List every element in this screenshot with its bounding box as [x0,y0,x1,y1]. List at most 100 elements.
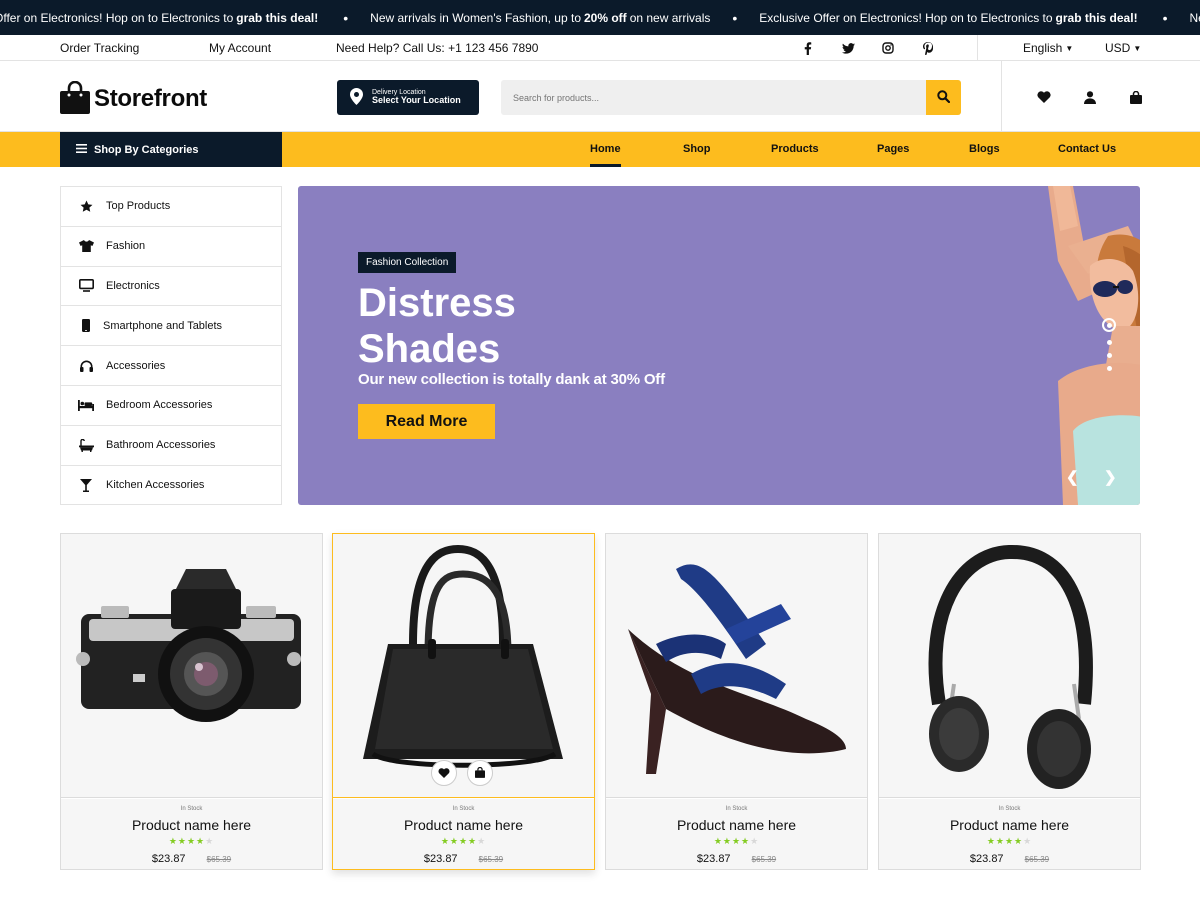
order-tracking-link[interactable]: Order Tracking [60,41,139,55]
sidebar-item-top-products[interactable]: Top Products [61,187,281,227]
search-button[interactable] [926,80,961,115]
chevron-right-icon[interactable]: ❯ [1104,468,1117,486]
pinterest-icon[interactable] [920,40,936,56]
product-card[interactable]: In Stock Product name here ★★★★★ $23.87 … [60,533,323,870]
search-icon [937,89,951,106]
nav-home[interactable]: Home [590,143,621,167]
menu-icon [76,143,87,156]
header-actions [1036,89,1144,105]
product-image[interactable] [61,534,322,798]
bullet-separator: • [732,9,738,26]
cart-icon[interactable] [1128,89,1144,105]
sidebar-item-bedroom-accessories[interactable]: Bedroom Accessories [61,386,281,426]
nav-shop[interactable]: Shop [683,143,711,155]
sidebar-item-fashion[interactable]: Fashion [61,227,281,267]
product-card[interactable]: In Stock Product name here ★★★★★ $23.87 … [605,533,868,870]
slider-dots [1102,318,1116,371]
hero-badge: Fashion Collection [358,252,457,273]
sidebar-item-electronics[interactable]: Electronics [61,267,281,307]
map-pin-icon [350,87,363,108]
stock-status: In Stock [452,806,475,812]
slider-dot[interactable] [1106,353,1112,358]
hero-subtitle: Our new collection is totally dank at 30… [358,371,665,388]
nav-products[interactable]: Products [771,143,819,155]
monitor-icon [77,279,95,293]
sidebar-item-accessories[interactable]: Accessories [61,346,281,386]
product-name[interactable]: Product name here [606,817,867,833]
bullet-separator: • [1162,9,1168,26]
bath-icon [77,438,95,452]
stock-status: In Stock [725,806,748,812]
shopping-bag-icon [60,80,90,117]
slider-dot-active[interactable] [1102,318,1116,332]
wishlist-button[interactable] [431,760,457,786]
nav-pages[interactable]: Pages [877,143,909,155]
slider-dot[interactable] [1106,366,1112,371]
product-card[interactable]: In Stock Product name here ★★★★★ $23.87 … [878,533,1141,870]
old-price: $65.39 [1024,855,1050,864]
product-info: In Stock Product name here ★★★★★ $23.87 … [333,799,594,869]
add-to-cart-button[interactable] [467,760,493,786]
heart-icon[interactable] [1036,89,1052,105]
categories-label: Shop By Categories [94,143,199,156]
old-price: $65.39 [206,855,232,864]
main-nav: Shop By Categories Home Shop Products Pa… [0,132,1200,167]
ticker-item: Exclusive Offer on Electronics! Hop on t… [759,10,1138,25]
delivery-location-button[interactable]: Delivery Location Select Your Location [337,80,479,115]
product-card[interactable]: In Stock Product name here ★★★★★ $23.87 … [332,533,595,870]
logo[interactable]: Storefront [60,80,207,117]
search-input[interactable] [501,80,926,115]
shop-by-categories-button[interactable]: Shop By Categories [60,132,282,167]
rating-stars: ★★★★★ [440,836,487,846]
my-account-link[interactable]: My Account [209,41,271,55]
product-name[interactable]: Product name here [61,817,322,833]
currency-select[interactable]: USD ▼ [1105,41,1141,55]
language-select[interactable]: English ▼ [1023,41,1073,55]
ticker-item: Exclusive Offer on Electronics! Hop on t… [0,10,319,25]
hero-model-image [1048,186,1140,505]
chevron-down-icon: ▼ [1065,44,1074,53]
logo-text: Storefront [94,85,207,112]
price: $23.87 [969,853,1004,865]
headphones-image [928,544,1093,789]
sidebar-item-label: Bathroom Accessories [106,439,216,452]
cocktail-icon [77,478,95,492]
hero-title: Distress Shades [358,281,516,371]
product-info: In Stock Product name here ★★★★★ $23.87 … [61,799,322,869]
social-links [800,40,936,56]
sidebar-item-label: Fashion [106,240,146,253]
nav-contact-us[interactable]: Contact Us [1058,143,1116,155]
divider [1001,61,1002,132]
price-row: $23.87 $65.39 [879,853,1140,865]
product-image[interactable] [333,534,594,798]
facebook-icon[interactable] [800,40,816,56]
sidebar-item-smartphone-and-tablets[interactable]: Smartphone and Tablets [61,306,281,347]
sidebar-item-label: Bedroom Accessories [106,399,213,412]
stock-status: In Stock [998,806,1021,812]
camera-image [76,569,301,722]
instagram-icon[interactable] [880,40,896,56]
price: $23.87 [423,853,458,865]
product-name[interactable]: Product name here [333,817,594,833]
sidebar-item-label: Electronics [106,279,160,292]
twitter-icon[interactable] [840,40,856,56]
sidebar-item-kitchen-accessories[interactable]: Kitchen Accessories [61,466,281,506]
user-icon[interactable] [1082,89,1098,105]
help-phone[interactable]: +1 123 456 7890 [448,41,538,55]
announcement-ticker: Exclusive Offer on Electronics! Hop on t… [0,0,1200,35]
sidebar-item-bathroom-accessories[interactable]: Bathroom Accessories [61,426,281,466]
location-value: Select Your Location [372,95,461,106]
nav-blogs[interactable]: Blogs [969,143,1000,155]
product-name[interactable]: Product name here [879,817,1140,833]
category-sidebar: Top Products Fashion Electronics Smartph… [60,186,282,505]
old-price: $65.39 [478,855,504,864]
slider-dot[interactable] [1106,340,1112,345]
read-more-button[interactable]: Read More [358,404,495,439]
product-image[interactable] [606,534,867,798]
rating-stars: ★★★★★ [713,836,760,846]
product-image[interactable] [879,534,1140,798]
cart-icon [475,766,485,781]
chevron-left-icon[interactable]: ❮ [1066,468,1079,486]
price-row: $23.87 $65.39 [333,853,594,865]
help-text: Need Help? Call Us: +1 123 456 7890 [336,41,538,55]
